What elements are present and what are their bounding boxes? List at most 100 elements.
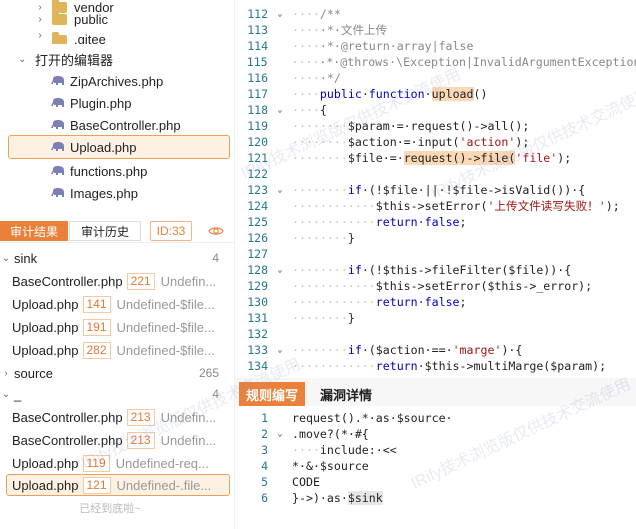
tree-folder-gitee[interactable]: › .gitee xyxy=(0,30,235,44)
rule-line[interactable]: 4 *·&·$source xyxy=(235,458,636,474)
tree-folder-public[interactable]: › public xyxy=(0,8,235,30)
result-line-badge: 191 xyxy=(82,318,111,336)
code-line[interactable]: 121 ········$file·=·request()->file('file… xyxy=(235,150,636,166)
open-file-upload[interactable]: Upload.php xyxy=(8,135,230,159)
php-elephant-icon xyxy=(51,97,66,110)
code-line[interactable]: 114 ·····*·@return·array|false xyxy=(235,38,636,54)
result-item-selected[interactable]: Upload.php 121 Undefined-.file... xyxy=(6,474,230,496)
rule-line[interactable]: 6}->)·as·$sink xyxy=(235,490,636,506)
code-text: ·····*·@throws·\Exception|InvalidArgumen… xyxy=(291,55,636,69)
open-file-functions[interactable]: functions.php xyxy=(8,159,230,183)
result-item[interactable]: Upload.php 282 Undefined-$file... xyxy=(6,339,230,361)
tab-audit-results[interactable]: 审计结果 xyxy=(0,221,68,241)
code-text: ········$file·=·request()->file('file'); xyxy=(292,151,572,165)
folder-icon xyxy=(52,10,67,25)
line-number: 125 xyxy=(247,215,268,229)
code-line[interactable]: 119 ········$param·=·request()->all(); xyxy=(235,118,636,134)
group-count: 265 xyxy=(198,366,219,380)
code-line[interactable]: 133 ⌄ ········if·($action·==·'marge')·{ xyxy=(235,342,636,358)
code-line[interactable]: 117 ····public·function·upload() xyxy=(235,86,636,102)
line-number: 128 xyxy=(247,263,268,277)
result-item[interactable]: BaseController.php 213 Undefin... xyxy=(6,429,230,451)
code-line[interactable]: 134 ············return·$this->multiMarge(… xyxy=(235,358,636,374)
rule-line[interactable]: 2 ⌄ .move?(*·#{ xyxy=(235,426,636,442)
code-line[interactable]: 122 xyxy=(235,166,636,182)
open-editors-header[interactable]: ⌄ 打开的编辑器 xyxy=(0,48,235,70)
result-file: Upload.php xyxy=(12,477,79,493)
result-line-badge: 282 xyxy=(82,341,111,359)
code-text: ············return·false; xyxy=(292,295,467,309)
code-editor[interactable]: 112 ⌄ ····/** 113 ·····*·文件上传 114 ·····*·@retu… xyxy=(235,0,636,378)
fold-chevron-icon[interactable]: ⌄ xyxy=(274,345,286,355)
result-item[interactable]: Upload.php 191 Undefined-$file... xyxy=(6,316,230,338)
audit-id-badge[interactable]: ID:33 xyxy=(150,221,192,241)
code-line[interactable]: 129 ············$this->setError($this->_e… xyxy=(235,278,636,294)
fold-chevron-icon[interactable]: ⌄ xyxy=(274,9,286,19)
line-number: 133 xyxy=(247,343,268,357)
fold-chevron-icon[interactable]: ⌄ xyxy=(274,105,286,115)
open-file-label: Images.php xyxy=(70,185,138,201)
code-text: ········$param·=·request()->all(); xyxy=(292,119,530,133)
fold-chevron-icon[interactable]: ⌄ xyxy=(274,429,286,439)
code-line[interactable]: 120 ········$action·=·input('action'); xyxy=(235,134,636,150)
code-line[interactable]: 118 ⌄ ····{ xyxy=(235,102,636,118)
line-number: 123 xyxy=(247,183,268,197)
code-text: ········if·(!$this->fileFilter($file))·{ xyxy=(292,263,572,277)
result-line-badge: 141 xyxy=(82,295,111,313)
result-message: Undefin... xyxy=(160,273,217,289)
code-line[interactable]: 125 ············return·false; xyxy=(235,214,636,230)
result-item[interactable]: BaseController.php 213 Undefin... xyxy=(6,406,230,428)
code-line[interactable]: 123 ⌄ ········if·(!$file·||·!$file->isVali… xyxy=(235,182,636,198)
rule-text: *·&·$source xyxy=(292,459,369,473)
result-line-badge: 119 xyxy=(82,454,110,472)
code-line[interactable]: 116 ·····*/ xyxy=(235,70,636,86)
open-file-images[interactable]: Images.php xyxy=(8,181,230,205)
open-file-ziparchives[interactable]: ZipArchives.php xyxy=(8,69,230,93)
group-name: sink xyxy=(14,250,38,266)
eye-icon[interactable] xyxy=(208,224,224,238)
code-text: ········if·(!$file·||·!$file->isValid())… xyxy=(292,183,586,197)
rule-line[interactable]: 3 ····include:·<< xyxy=(235,442,636,458)
audit-tabs: 审计结果 审计历史 ID:33 xyxy=(0,219,235,243)
line-number: 117 xyxy=(247,87,268,101)
line-number: 127 xyxy=(247,247,268,261)
result-group-underscore[interactable]: ⌄ _ 4 xyxy=(0,383,235,405)
line-number: 3 xyxy=(261,443,268,457)
result-file: Upload.php xyxy=(12,455,79,471)
code-text: ············$this->setError('上传文件读写失败！')… xyxy=(292,199,620,213)
code-line[interactable]: 128 ⌄ ········if·(!$this->fileFilter($file… xyxy=(235,262,636,278)
code-text: ····{ xyxy=(292,103,327,117)
result-item[interactable]: BaseController.php 221 Undefin... xyxy=(6,270,230,292)
code-line[interactable]: 127 xyxy=(235,246,636,262)
tab-vuln-detail[interactable]: 漏洞详情 xyxy=(313,382,379,406)
line-number: 131 xyxy=(247,311,268,325)
code-line[interactable]: 130 ············return·false; xyxy=(235,294,636,310)
open-file-plugin[interactable]: Plugin.php xyxy=(8,91,230,115)
tab-audit-history[interactable]: 审计历史 xyxy=(69,221,141,241)
result-group-sink[interactable]: ⌄ sink 4 xyxy=(0,247,235,269)
fold-chevron-icon[interactable]: ⌄ xyxy=(274,185,286,195)
result-item[interactable]: Upload.php 119 Undefined-req... xyxy=(6,452,230,474)
code-line[interactable]: 131 ········} xyxy=(235,310,636,326)
line-number: 126 xyxy=(247,231,268,245)
fold-chevron-icon[interactable]: ⌄ xyxy=(274,265,286,275)
line-number: 112 xyxy=(247,7,268,21)
result-group-source[interactable]: › source 265 xyxy=(0,362,235,384)
result-file: Upload.php xyxy=(12,296,79,312)
line-number: 122 xyxy=(247,167,268,181)
code-line[interactable]: 126 ········} xyxy=(235,230,636,246)
code-line[interactable]: 132 xyxy=(235,326,636,342)
chevron-right-icon: › xyxy=(4,367,8,379)
open-file-basecontroller[interactable]: BaseController.php xyxy=(8,113,230,137)
code-line[interactable]: 113 ·····*·文件上传 xyxy=(235,22,636,38)
tab-rule-writing[interactable]: 规则编写 xyxy=(239,382,305,406)
result-line-badge: 221 xyxy=(126,272,155,290)
code-line[interactable]: 124 ············$this->setError('上传文件读写失败… xyxy=(235,198,636,214)
result-item[interactable]: Upload.php 141 Undefined-$file... xyxy=(6,293,230,315)
result-file: BaseController.php xyxy=(12,432,123,448)
rule-line[interactable]: 5 CODE xyxy=(235,474,636,490)
rule-line[interactable]: 1 request().*·as·$source· xyxy=(235,410,636,426)
code-line[interactable]: 115 ·····*·@throws·\Exception|InvalidArgu… xyxy=(235,54,636,70)
code-line[interactable]: 112 ⌄ ····/** xyxy=(235,6,636,22)
list-end-text: 已经到底啦~ xyxy=(79,503,141,515)
